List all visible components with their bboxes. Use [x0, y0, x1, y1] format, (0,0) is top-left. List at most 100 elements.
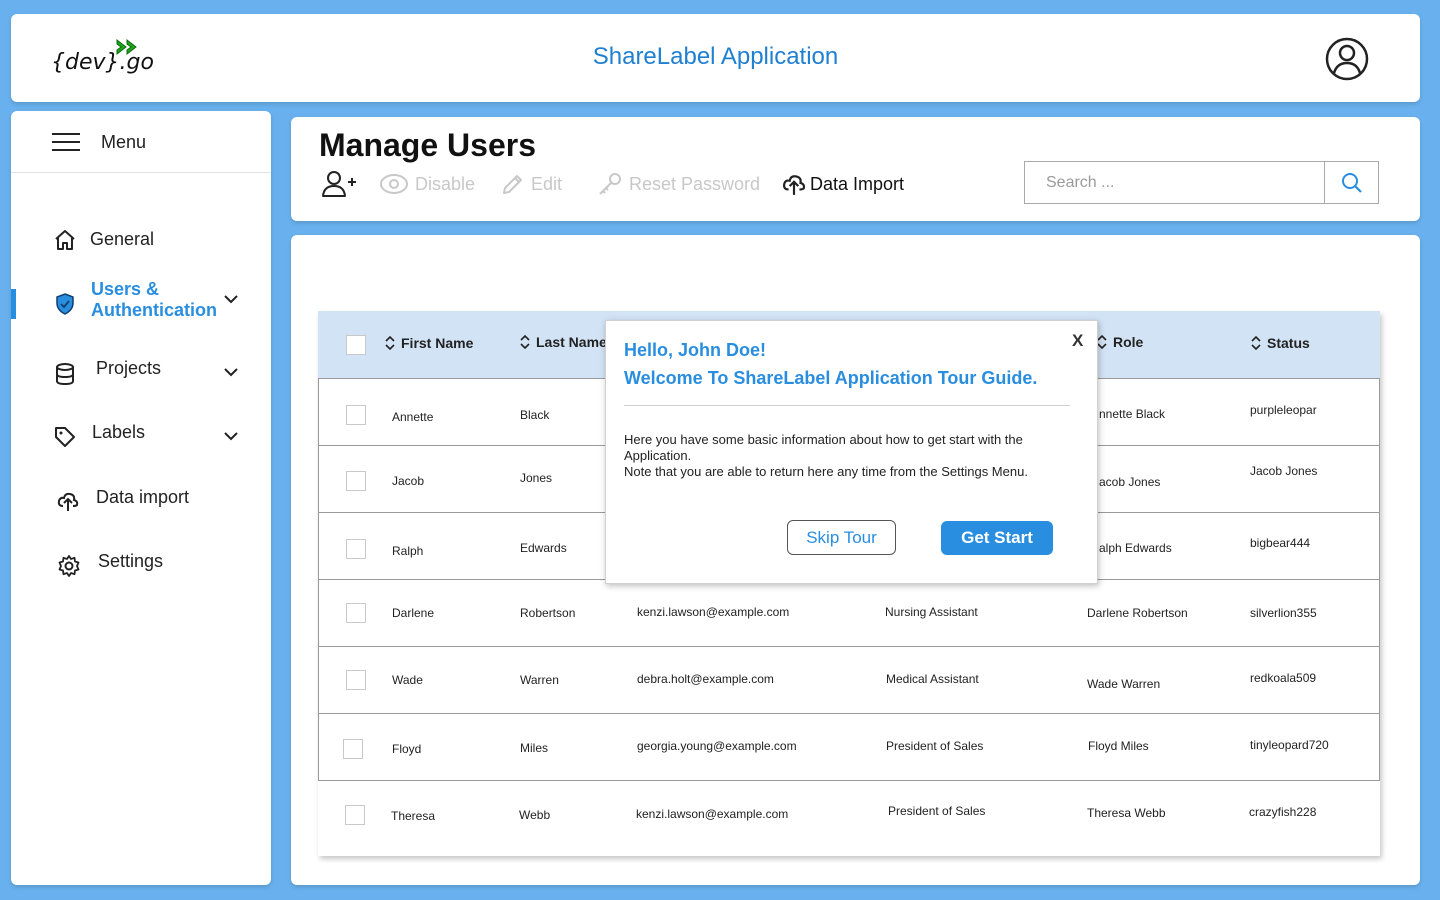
sidebar-item-label: Labels [92, 422, 146, 442]
row-checkbox[interactable] [346, 603, 366, 623]
tour-guide-dialog: X Hello, John Doe! Welcome To ShareLabel… [605, 320, 1098, 584]
tag-icon [55, 427, 75, 447]
cell-last-name: Black [520, 408, 550, 422]
cell-last-name: Warren [520, 673, 559, 687]
column-header-last-name[interactable]: Last Name [520, 334, 607, 350]
sidebar-item-labels[interactable]: Labels [11, 417, 271, 457]
sort-icon [1097, 335, 1107, 349]
search-icon [1341, 172, 1362, 193]
column-header-role[interactable]: Role [1097, 334, 1143, 350]
skip-tour-button[interactable]: Skip Tour [787, 520, 896, 555]
column-header-label: First Name [401, 335, 474, 351]
sidebar-item-settings[interactable]: Settings [11, 546, 271, 586]
menu-toggle[interactable]: Menu [11, 111, 271, 173]
cell-job: Nursing Assistant [885, 605, 978, 619]
data-import-label: Data Import [810, 173, 905, 194]
sort-icon [520, 335, 530, 349]
app-header: {dev}.go ShareLabel Application [11, 14, 1420, 102]
cell-email: kenzi.lawson@example.com [637, 605, 790, 619]
sidebar-item-label: Settings [98, 551, 164, 571]
database-icon [56, 363, 74, 386]
cloud-upload-icon [57, 492, 79, 511]
cell-first-name: Floyd [392, 742, 422, 756]
gear-icon [58, 555, 80, 577]
cell-role: acob Jones [1099, 475, 1161, 489]
menu-label: Menu [101, 132, 147, 152]
cell-job: President of Sales [888, 804, 986, 818]
cell-first-name: Wade [392, 673, 423, 687]
reset-password-button[interactable]: Reset Password [597, 169, 760, 199]
sidebar-item-label: Data import [96, 487, 190, 507]
cell-status: crazyfish228 [1249, 805, 1317, 819]
divider [624, 405, 1070, 406]
row-checkbox[interactable] [346, 539, 366, 559]
dialog-body: Here you have some basic information abo… [624, 432, 1074, 480]
get-start-button[interactable]: Get Start [941, 521, 1053, 555]
dialog-title: Welcome To ShareLabel Application Tour G… [624, 368, 1038, 388]
sort-icon [1251, 336, 1261, 350]
sidebar-item-data-import[interactable]: Data import [11, 482, 271, 522]
row-checkbox[interactable] [343, 739, 363, 759]
cell-email: debra.holt@example.com [637, 672, 774, 686]
cell-job: President of Sales [886, 739, 984, 753]
cell-role: Wade Warren [1087, 677, 1161, 691]
edit-label: Edit [531, 173, 563, 194]
key-icon [599, 173, 621, 195]
cell-first-name: Darlene [392, 606, 435, 620]
select-all-checkbox[interactable] [346, 335, 366, 355]
add-user-icon [322, 171, 356, 197]
cell-last-name: Webb [519, 808, 551, 822]
row-checkbox[interactable] [346, 471, 366, 491]
sidebar-item-users-authentication[interactable]: Users & Authentication [11, 276, 271, 324]
search-button[interactable] [1324, 161, 1379, 204]
sidebar: Menu General Users & Authentication Proj… [11, 111, 271, 885]
toolbar-card: Manage Users Disable Edit Reset Password [291, 117, 1420, 221]
hamburger-icon[interactable] [52, 133, 80, 151]
cell-status: tinyleopard720 [1250, 738, 1329, 752]
sidebar-item-general[interactable]: General [11, 220, 271, 260]
cell-first-name: Ralph [392, 544, 424, 558]
row-checkbox[interactable] [345, 805, 365, 825]
dialog-body-line: Here you have some basic information abo… [624, 432, 1023, 447]
chevron-down-icon[interactable] [223, 294, 239, 304]
cell-email: kenzi.lawson@example.com [636, 807, 789, 821]
chevron-down-icon[interactable] [223, 367, 239, 377]
edit-button[interactable]: Edit [501, 169, 562, 199]
column-header-first-name[interactable]: First Name [385, 335, 473, 351]
sidebar-item-label: Projects [96, 358, 162, 378]
account-icon[interactable] [1325, 37, 1369, 81]
cell-first-name: Jacob [392, 474, 425, 488]
table-row[interactable]: Darlene Robertson kenzi.lawson@example.c… [318, 579, 1380, 646]
close-button[interactable]: X [1072, 331, 1083, 351]
data-import-button[interactable]: Data Import [781, 169, 904, 199]
cell-job: Medical Assistant [886, 672, 979, 686]
column-header-status[interactable]: Status [1251, 335, 1310, 351]
cell-last-name: Edwards [520, 541, 567, 555]
disable-button[interactable]: Disable [379, 169, 475, 199]
column-header-label: Status [1267, 335, 1310, 351]
table-row[interactable]: Wade Warren debra.holt@example.com Medic… [318, 646, 1380, 713]
cell-status: Jacob Jones [1250, 464, 1318, 478]
table-row[interactable]: Theresa Webb kenzi.lawson@example.com Pr… [318, 780, 1380, 856]
column-header-label: Last Name [536, 334, 607, 350]
row-checkbox[interactable] [346, 670, 366, 690]
row-checkbox[interactable] [346, 405, 366, 425]
sort-icon [385, 336, 395, 350]
dialog-greeting: Hello, John Doe! [624, 340, 767, 360]
cell-status: bigbear444 [1250, 536, 1311, 550]
disable-label: Disable [415, 173, 476, 194]
cell-last-name: Jones [520, 471, 553, 485]
page-title: Manage Users [319, 127, 536, 163]
add-user-button[interactable] [321, 169, 357, 199]
cell-first-name: Theresa [391, 809, 436, 823]
shield-icon [56, 293, 74, 315]
sidebar-item-projects[interactable]: Projects [11, 353, 271, 393]
cell-role: Floyd Miles [1088, 739, 1149, 753]
search-input[interactable] [1024, 161, 1325, 204]
table-row[interactable]: Floyd Miles georgia.young@example.com Pr… [318, 713, 1380, 780]
chevron-down-icon[interactable] [223, 431, 239, 441]
sidebar-item-label: General [90, 229, 155, 249]
cell-status: redkoala509 [1250, 671, 1317, 685]
sidebar-item-label-line2: Authentication [91, 300, 217, 320]
cell-first-name: Annette [392, 410, 434, 424]
